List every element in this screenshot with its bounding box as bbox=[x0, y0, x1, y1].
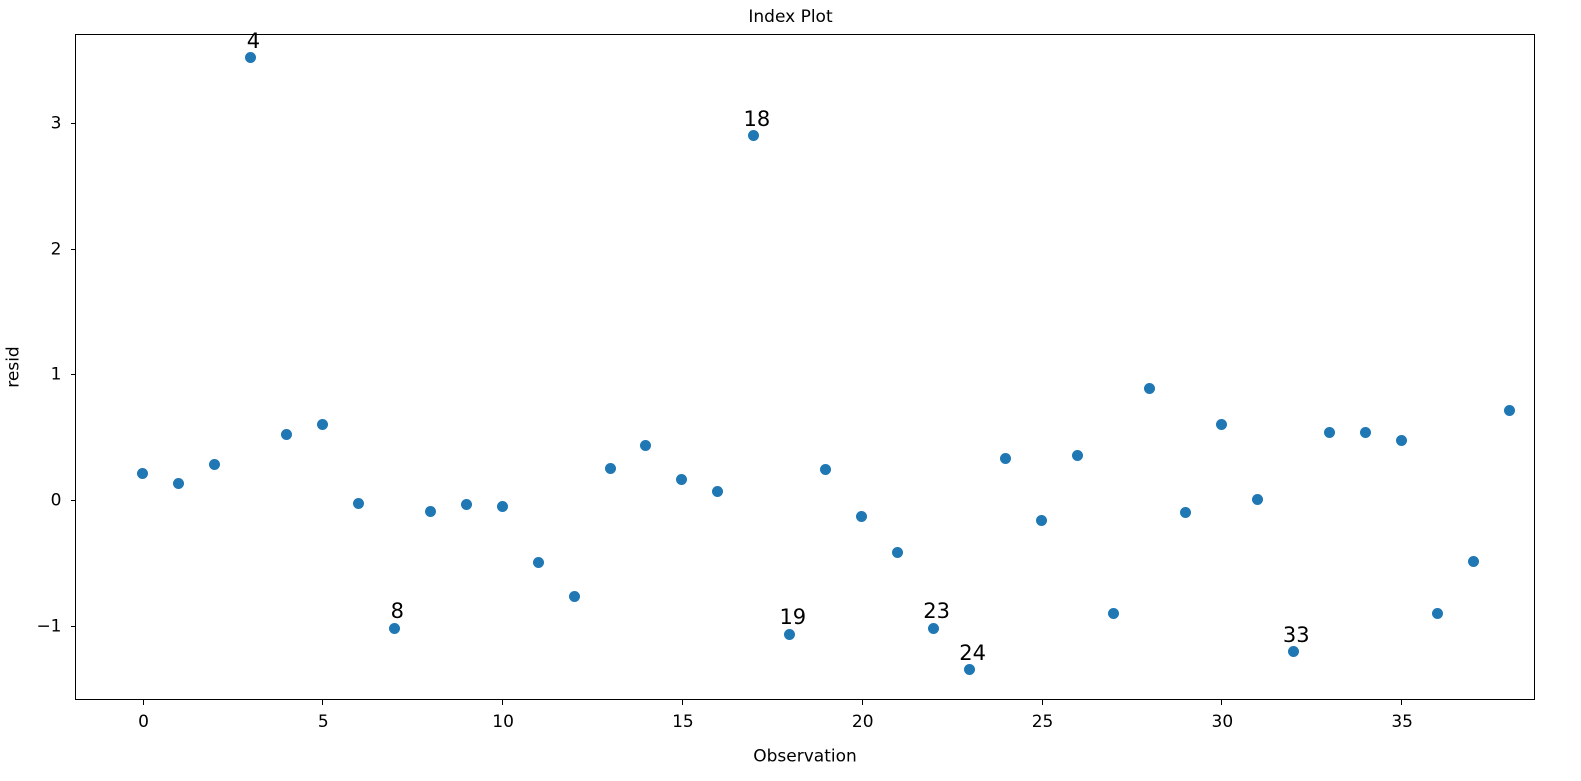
scatter-point[interactable] bbox=[1287, 646, 1299, 658]
x-axis-tick-label: 35 bbox=[1391, 711, 1413, 732]
x-axis-tick: 35 bbox=[1391, 699, 1413, 730]
scatter-point[interactable] bbox=[1395, 435, 1407, 447]
scatter-point[interactable] bbox=[892, 547, 904, 559]
scatter-point[interactable] bbox=[352, 498, 364, 510]
y-axis-label: resid bbox=[3, 346, 24, 388]
x-axis-tick-label: 0 bbox=[138, 711, 149, 732]
x-axis-tick-label: 10 bbox=[492, 711, 514, 732]
index-plot-figure: Index Plot resid Observation −1 0 1 2 3 0 5 10… bbox=[0, 0, 1581, 781]
y-axis-tick: −1 bbox=[36, 618, 76, 635]
scatter-point[interactable] bbox=[748, 130, 760, 142]
scatter-point[interactable] bbox=[928, 622, 940, 634]
scatter-point[interactable] bbox=[568, 591, 580, 603]
x-axis-tick: 15 bbox=[672, 699, 694, 730]
x-axis-tick: 20 bbox=[852, 699, 874, 730]
scatter-point[interactable] bbox=[460, 499, 472, 511]
scatter-point[interactable] bbox=[208, 459, 220, 471]
y-axis-tick-label: 1 bbox=[50, 364, 62, 385]
scatter-point[interactable] bbox=[172, 478, 184, 490]
scatter-point[interactable] bbox=[1000, 452, 1012, 464]
scatter-point[interactable] bbox=[784, 628, 796, 640]
scatter-point[interactable] bbox=[1503, 405, 1515, 417]
y-axis-tick: 2 bbox=[51, 241, 76, 258]
scatter-point[interactable] bbox=[1143, 382, 1155, 394]
point-annotation-label: 18 bbox=[743, 106, 771, 131]
x-axis-tick-label: 15 bbox=[672, 711, 694, 732]
scatter-point[interactable] bbox=[1467, 556, 1479, 568]
scatter-point[interactable] bbox=[1359, 426, 1371, 438]
x-axis-tick: 25 bbox=[1032, 699, 1053, 730]
x-axis-tick: 30 bbox=[1212, 699, 1233, 730]
x-axis-tick-label: 25 bbox=[1031, 711, 1054, 732]
point-annotation-label: 19 bbox=[779, 605, 807, 630]
point-annotation-label: 24 bbox=[959, 640, 986, 665]
scatter-point[interactable] bbox=[1179, 507, 1191, 518]
scatter-point[interactable] bbox=[712, 485, 724, 497]
scatter-point[interactable] bbox=[1323, 426, 1335, 438]
scatter-point[interactable] bbox=[244, 52, 256, 64]
scatter-point[interactable] bbox=[1251, 494, 1263, 506]
y-axis-tick-label: 0 bbox=[50, 490, 62, 511]
x-axis-tick-label: 30 bbox=[1211, 711, 1234, 732]
scatter-point[interactable] bbox=[316, 419, 328, 431]
scatter-point[interactable] bbox=[1107, 607, 1119, 619]
scatter-point[interactable] bbox=[964, 664, 976, 676]
point-annotation-label: 33 bbox=[1282, 622, 1310, 647]
scatter-point[interactable] bbox=[137, 468, 149, 480]
scatter-point[interactable] bbox=[640, 440, 652, 452]
scatter-point[interactable] bbox=[1072, 450, 1083, 462]
scatter-point[interactable] bbox=[388, 622, 400, 634]
point-annotation-label: 23 bbox=[923, 599, 951, 624]
x-axis-tick: 10 bbox=[492, 699, 514, 730]
page-title: Index Plot bbox=[748, 7, 833, 27]
scatter-point[interactable] bbox=[856, 510, 868, 522]
plot-area: −1 0 1 2 3 0 5 10 15 20 25 30 35 4 8 18 19 23 24 33 bbox=[36, 28, 1535, 730]
scatter-point[interactable] bbox=[604, 463, 616, 475]
scatter-point[interactable] bbox=[532, 557, 544, 569]
y-axis-tick: 0 bbox=[51, 492, 76, 509]
point-annotation-label: 4 bbox=[246, 28, 261, 53]
x-axis-tick-label: 5 bbox=[317, 711, 329, 732]
scatter-point[interactable] bbox=[1215, 419, 1227, 431]
scatter-point[interactable] bbox=[820, 464, 832, 476]
y-axis-tick-label: 3 bbox=[50, 113, 62, 134]
point-annotation-label: 8 bbox=[390, 599, 404, 624]
x-axis-tick: 5 bbox=[318, 699, 329, 730]
y-axis-tick-label: 2 bbox=[50, 239, 62, 260]
scatter-point[interactable] bbox=[676, 474, 688, 486]
x-axis-tick-label: 20 bbox=[851, 711, 874, 732]
x-axis-label: Observation bbox=[753, 746, 857, 767]
y-axis-tick: 1 bbox=[51, 366, 76, 383]
scatter-point[interactable] bbox=[1036, 514, 1048, 526]
scatter-point[interactable] bbox=[496, 500, 508, 512]
scatter-point[interactable] bbox=[280, 429, 292, 441]
x-axis-tick: 0 bbox=[138, 699, 149, 730]
y-axis-tick: 3 bbox=[51, 115, 76, 132]
scatter-point[interactable] bbox=[424, 505, 436, 517]
scatter-point[interactable] bbox=[1431, 607, 1443, 619]
y-axis-tick-label: −1 bbox=[36, 616, 62, 637]
